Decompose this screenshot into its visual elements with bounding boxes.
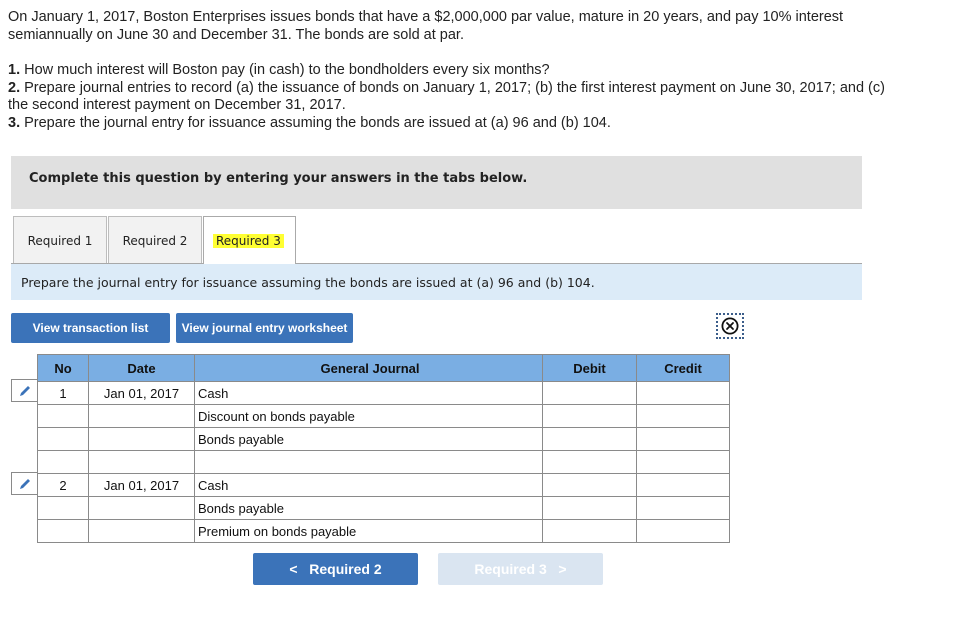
question-3-text: Prepare the journal entry for issuance a…	[20, 114, 611, 131]
header-general-journal: General Journal	[194, 354, 543, 382]
row-credit[interactable]	[636, 473, 730, 497]
general-journal-table: No Date General Journal Debit Credit 1 J…	[37, 354, 730, 543]
pencil-icon	[20, 386, 30, 396]
row-debit[interactable]	[542, 381, 637, 405]
problem-statement: On January 1, 2017, Boston Enterprises i…	[8, 9, 958, 132]
tab-instruction: Prepare the journal entry for issuance a…	[11, 263, 862, 300]
question-1-number: 1.	[8, 62, 21, 78]
row-credit[interactable]	[636, 404, 730, 428]
row-credit[interactable]	[636, 381, 730, 405]
header-credit: Credit	[636, 354, 730, 382]
header-date: Date	[88, 354, 195, 382]
next-required-3-button[interactable]: Required 3 >	[438, 553, 603, 585]
table-header-row: No Date General Journal Debit Credit	[37, 354, 730, 382]
table-row: Bonds payable	[37, 496, 730, 520]
row-debit[interactable]	[542, 473, 637, 497]
tab-required-1[interactable]: Required 1	[13, 216, 107, 263]
question-2-continued: the second interest payment on December …	[8, 97, 346, 113]
question-2: 2. Prepare journal entries to record (a)…	[8, 80, 958, 98]
row-debit[interactable]	[542, 450, 637, 474]
edit-entry-1-button[interactable]	[11, 379, 37, 402]
row-date: Jan 01, 2017	[88, 381, 195, 405]
tab-required-2[interactable]: Required 2	[108, 216, 202, 263]
table-row: 2 Jan 01, 2017 Cash	[37, 473, 730, 497]
row-no: 2	[37, 473, 89, 497]
row-no	[37, 427, 89, 451]
header-debit: Debit	[542, 354, 637, 382]
instruction-text: Prepare the journal entry for issuance a…	[21, 275, 595, 290]
row-debit[interactable]	[542, 496, 637, 520]
row-no: 1	[37, 381, 89, 405]
row-no	[37, 519, 89, 543]
row-date	[88, 496, 195, 520]
chevron-left-icon: <	[289, 561, 298, 577]
edit-entry-2-button[interactable]	[11, 472, 37, 495]
row-credit[interactable]	[636, 450, 730, 474]
row-account[interactable]: Bonds payable	[194, 427, 543, 451]
tab-label: Required 3	[213, 234, 284, 248]
row-debit[interactable]	[542, 404, 637, 428]
row-credit[interactable]	[636, 427, 730, 451]
row-date	[88, 404, 195, 428]
row-date	[88, 450, 195, 474]
row-debit[interactable]	[542, 519, 637, 543]
question-2-number: 2.	[8, 79, 21, 96]
prev-required-2-button[interactable]: < Required 2	[253, 553, 418, 585]
row-no	[37, 450, 89, 474]
table-row: Premium on bonds payable	[37, 519, 730, 543]
question-1-text: How much interest will Boston pay (in ca…	[20, 62, 550, 78]
tab-required-3[interactable]: Required 3	[203, 216, 296, 264]
view-transaction-list-button[interactable]: View transaction list	[11, 313, 170, 343]
view-journal-entry-worksheet-button[interactable]: View journal entry worksheet	[176, 313, 353, 343]
problem-intro-line-2: semiannually on June 30 and December 31.…	[8, 26, 464, 43]
row-no	[37, 404, 89, 428]
clear-entries-button[interactable]	[716, 313, 744, 339]
row-date: Jan 01, 2017	[88, 473, 195, 497]
table-row	[37, 450, 730, 474]
row-account[interactable]: Cash	[194, 381, 543, 405]
table-row: Discount on bonds payable	[37, 404, 730, 428]
question-1: 1. How much interest will Boston pay (in…	[8, 62, 958, 80]
prev-button-label: Required 2	[309, 561, 382, 577]
row-debit[interactable]	[542, 427, 637, 451]
row-account[interactable]	[194, 450, 543, 474]
banner-text: Complete this question by entering your …	[29, 171, 528, 186]
row-credit[interactable]	[636, 519, 730, 543]
question-3: 3. Prepare the journal entry for issuanc…	[8, 115, 958, 133]
tab-label: Required 2	[122, 234, 188, 248]
row-credit[interactable]	[636, 496, 730, 520]
row-account[interactable]: Cash	[194, 473, 543, 497]
circle-x-icon	[721, 317, 739, 335]
tab-label: Required 1	[27, 234, 93, 248]
pencil-icon	[20, 479, 30, 489]
question-2-text: Prepare journal entries to record (a) th…	[20, 79, 885, 96]
row-account[interactable]: Bonds payable	[194, 496, 543, 520]
chevron-right-icon: >	[558, 561, 567, 577]
row-account[interactable]: Discount on bonds payable	[194, 404, 543, 428]
instructions-banner: Complete this question by entering your …	[11, 156, 862, 209]
row-date	[88, 427, 195, 451]
question-3-number: 3.	[8, 114, 21, 131]
next-button-label: Required 3	[474, 561, 547, 577]
problem-intro-line-1: On January 1, 2017, Boston Enterprises i…	[8, 9, 844, 25]
header-no: No	[37, 354, 89, 382]
row-date	[88, 519, 195, 543]
row-account[interactable]: Premium on bonds payable	[194, 519, 543, 543]
table-row: 1 Jan 01, 2017 Cash	[37, 381, 730, 405]
table-row: Bonds payable	[37, 427, 730, 451]
row-no	[37, 496, 89, 520]
